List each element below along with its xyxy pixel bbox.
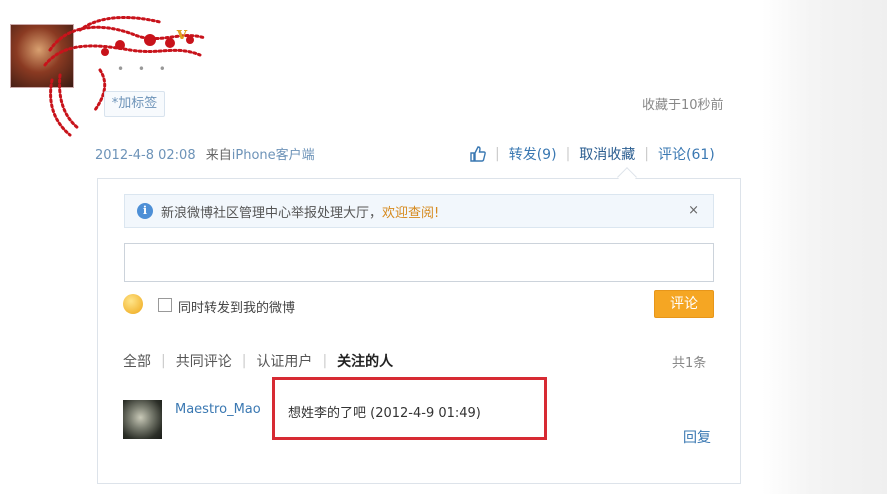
info-icon: i bbox=[137, 203, 153, 219]
more-dots[interactable]: • • • bbox=[117, 62, 171, 76]
filter-separator: | bbox=[241, 353, 247, 369]
post-from-label: 来自 bbox=[205, 148, 232, 163]
smiley-icon[interactable] bbox=[123, 294, 143, 314]
comment-input[interactable] bbox=[124, 243, 714, 282]
action-separator: | bbox=[565, 146, 571, 162]
filter-common[interactable]: 共同评论 bbox=[176, 351, 232, 371]
filter-verified[interactable]: 认证用户 bbox=[256, 351, 312, 371]
action-separator: | bbox=[495, 146, 500, 162]
favorite-time: 收藏于10秒前 bbox=[642, 98, 724, 113]
close-icon[interactable]: × bbox=[688, 203, 699, 218]
filter-separator: | bbox=[161, 353, 166, 369]
comment-total: 共1条 bbox=[672, 356, 707, 371]
client-link[interactable]: iPhone客户端 bbox=[232, 148, 315, 163]
background-shade bbox=[762, 0, 887, 494]
post-meta: 2012-4-8 02:08 来自iPhone客户端 bbox=[95, 144, 315, 163]
comment-filters: 全部 | 共同评论 | 认证用户 | 关注的人 bbox=[123, 351, 393, 371]
weibo-favorite-page: v • • • *加标签 收藏于10秒前 2012-4-8 02:08 来自iP… bbox=[0, 0, 887, 494]
user-avatar[interactable] bbox=[10, 24, 74, 88]
repost-checkbox[interactable] bbox=[158, 298, 172, 312]
notice-text: 新浪微博社区管理中心举报处理大厅， bbox=[161, 205, 383, 221]
commenter-name[interactable]: Maestro_Mao bbox=[175, 402, 261, 417]
user-name-fragment: v bbox=[177, 24, 187, 44]
comment-count-link[interactable]: 评论(61) bbox=[658, 144, 715, 164]
filter-separator: | bbox=[322, 353, 328, 369]
filter-following[interactable]: 关注的人 bbox=[337, 351, 393, 371]
filter-all[interactable]: 全部 bbox=[123, 351, 151, 371]
post-time-link[interactable]: 2012-4-8 02:08 bbox=[95, 148, 196, 163]
red-highlight-box bbox=[272, 377, 547, 440]
notice-bar: i 新浪微博社区管理中心举报处理大厅， 欢迎查阅! × bbox=[124, 194, 714, 228]
action-separator: | bbox=[644, 146, 649, 162]
notice-link[interactable]: 欢迎查阅! bbox=[382, 202, 439, 221]
repost-label[interactable]: 同时转发到我的微博 bbox=[178, 297, 295, 316]
post-actions: | 转发(9) | 取消收藏 | 评论(61) bbox=[470, 144, 715, 164]
thumbs-up-icon[interactable] bbox=[470, 146, 486, 162]
reply-link[interactable]: 回复 bbox=[683, 427, 711, 447]
comment-submit-button[interactable]: 评论 bbox=[654, 290, 714, 318]
commenter-avatar[interactable] bbox=[123, 400, 162, 439]
repost-link[interactable]: 转发(9) bbox=[509, 144, 557, 164]
cancel-favorite-link[interactable]: 取消收藏 bbox=[579, 144, 635, 164]
add-tag-button[interactable]: *加标签 bbox=[104, 91, 165, 117]
